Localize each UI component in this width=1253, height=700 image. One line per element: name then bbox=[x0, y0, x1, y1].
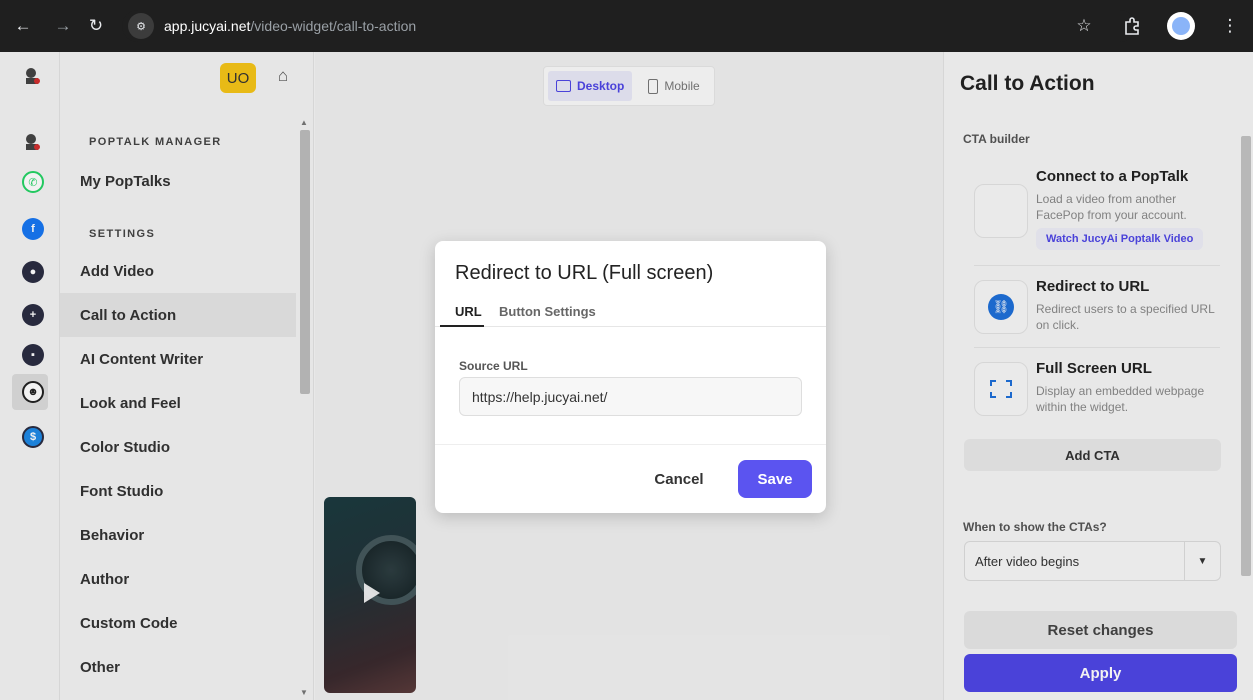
cta-icon-box bbox=[974, 362, 1028, 416]
cta-desc: Redirect users to a specified URL on cli… bbox=[1036, 302, 1215, 332]
scroll-up-icon[interactable]: ▲ bbox=[300, 118, 308, 127]
source-url-input[interactable] bbox=[459, 377, 802, 416]
star-icon[interactable]: ☆ bbox=[1071, 13, 1097, 39]
divider bbox=[974, 265, 1220, 266]
sidebar-item-custom-code[interactable]: Custom Code bbox=[60, 601, 296, 645]
when-to-show-label: When to show the CTAs? bbox=[963, 520, 1107, 534]
when-select-value: After video begins bbox=[975, 553, 1080, 569]
divider bbox=[974, 347, 1220, 348]
cta-desc: Load a video from another FacePop from y… bbox=[1036, 192, 1187, 222]
mobile-toggle-button[interactable]: Mobile bbox=[640, 71, 707, 101]
site-info-icon[interactable]: ⚙ bbox=[128, 13, 154, 39]
redirect-url-modal: Redirect to URL (Full screen) URL Button… bbox=[435, 241, 826, 513]
apply-button[interactable]: Apply bbox=[964, 654, 1237, 692]
url-text[interactable]: app.jucyai.net/video-widget/call-to-acti… bbox=[164, 18, 416, 34]
desktop-icon bbox=[556, 80, 571, 92]
app-icon-3[interactable]: ▪ bbox=[22, 344, 44, 366]
sidebar-item-other[interactable]: Other bbox=[60, 645, 296, 689]
sidebar-item-author[interactable]: Author bbox=[60, 557, 296, 601]
cta-desc: Display an embedded webpage within the w… bbox=[1036, 384, 1205, 414]
reset-changes-button[interactable]: Reset changes bbox=[964, 611, 1237, 649]
profile-icon[interactable] bbox=[1167, 12, 1195, 40]
dollar-icon[interactable]: $ bbox=[22, 426, 44, 448]
sidebar-item-ai-content-writer[interactable]: AI Content Writer bbox=[60, 337, 296, 381]
sidebar-scroll-thumb[interactable] bbox=[300, 130, 310, 394]
active-tab-underline bbox=[440, 325, 484, 327]
avatar[interactable]: UO bbox=[220, 63, 256, 93]
modal-tabs: URL Button Settings bbox=[435, 299, 826, 327]
mobile-icon bbox=[648, 78, 659, 94]
more-icon[interactable]: ⋮ bbox=[1217, 13, 1243, 39]
app-icon-2[interactable]: + bbox=[22, 304, 44, 326]
chevron-down-icon[interactable]: ▼ bbox=[1184, 542, 1220, 580]
play-icon[interactable] bbox=[364, 583, 380, 603]
cta-option-connect-poptalk[interactable]: Connect to a PopTalk Load a video from a… bbox=[974, 164, 1222, 250]
section-label-poptalk: POPTALK MANAGER bbox=[89, 136, 222, 148]
cta-icon-box: ⛓ bbox=[974, 280, 1028, 334]
add-cta-button[interactable]: Add CTA bbox=[964, 439, 1221, 471]
cta-title: Redirect to URL bbox=[1036, 278, 1150, 295]
address-bar[interactable]: ⚙ app.jucyai.net/video-widget/call-to-ac… bbox=[122, 10, 1136, 42]
modal-title: Redirect to URL (Full screen) bbox=[455, 262, 714, 284]
cta-icon-blank bbox=[974, 184, 1028, 238]
cta-option-redirect-url[interactable]: ⛓ Redirect to URL Redirect users to a sp… bbox=[974, 275, 1222, 339]
watch-video-badge[interactable]: Watch JucyAi Poptalk Video bbox=[1036, 228, 1204, 250]
url-path: /video-widget/call-to-action bbox=[250, 18, 417, 34]
url-host: app.jucyai.net bbox=[164, 18, 251, 34]
cta-title: Full Screen URL bbox=[1036, 360, 1152, 377]
mascot-icon[interactable]: ☻ bbox=[22, 381, 44, 403]
sidebar-item-look-and-feel[interactable]: Look and Feel bbox=[60, 381, 296, 425]
video-widget-preview[interactable] bbox=[324, 497, 416, 693]
app-logo-icon[interactable] bbox=[22, 66, 42, 86]
panel-scrollbar[interactable] bbox=[1240, 124, 1252, 600]
home-icon[interactable]: ⌂ bbox=[273, 66, 293, 86]
icon-rail: ✆ f ● + ▪ ☻ $ bbox=[0, 52, 60, 700]
sidebar-item-add-video[interactable]: Add Video bbox=[60, 249, 296, 293]
tab-button-settings[interactable]: Button Settings bbox=[499, 304, 596, 319]
cta-panel: Call to Action CTA builder Connect to a … bbox=[943, 52, 1253, 700]
device-toggle: Desktop Mobile bbox=[543, 66, 715, 106]
save-button[interactable]: Save bbox=[738, 460, 812, 498]
mobile-label: Mobile bbox=[664, 79, 700, 93]
desktop-toggle-button[interactable]: Desktop bbox=[548, 71, 633, 101]
section-label-settings: SETTINGS bbox=[89, 228, 156, 240]
whatsapp-icon[interactable]: ✆ bbox=[22, 171, 44, 193]
panel-scroll-thumb[interactable] bbox=[1241, 136, 1251, 576]
desktop-label: Desktop bbox=[577, 79, 625, 93]
link-icon: ⛓ bbox=[988, 294, 1014, 320]
cta-title: Connect to a PopTalk bbox=[1036, 168, 1189, 185]
extensions-icon[interactable] bbox=[1119, 13, 1145, 39]
back-icon[interactable]: ← bbox=[12, 15, 34, 37]
cta-builder-label: CTA builder bbox=[963, 132, 1030, 146]
fullscreen-icon bbox=[990, 380, 1012, 398]
forward-icon[interactable]: → bbox=[52, 15, 74, 37]
scroll-down-icon[interactable]: ▼ bbox=[300, 688, 308, 697]
sidebar-item-color-studio[interactable]: Color Studio bbox=[60, 425, 296, 469]
settings-sidebar: UO ⌂ POPTALK MANAGER My PopTalks SETTING… bbox=[60, 52, 314, 700]
tab-url[interactable]: URL bbox=[455, 304, 482, 319]
sidebar-item-my-poptalks[interactable]: My PopTalks bbox=[60, 159, 296, 203]
cancel-button[interactable]: Cancel bbox=[641, 460, 717, 498]
workspace-logo-icon[interactable] bbox=[22, 132, 42, 152]
browser-toolbar: ← → ↻ ⚙ app.jucyai.net/video-widget/call… bbox=[0, 0, 1253, 52]
cta-option-full-screen-url[interactable]: Full Screen URL Display an embedded webp… bbox=[974, 357, 1222, 421]
modal-footer-divider bbox=[435, 444, 826, 445]
source-url-label: Source URL bbox=[459, 359, 528, 373]
sidebar-scrollbar[interactable]: ▲ ▼ bbox=[298, 118, 312, 698]
reload-icon[interactable]: ↻ bbox=[85, 15, 107, 37]
facebook-icon[interactable]: f bbox=[22, 218, 44, 240]
sidebar-item-behavior[interactable]: Behavior bbox=[60, 513, 296, 557]
sidebar-item-call-to-action[interactable]: Call to Action bbox=[60, 293, 296, 337]
when-to-show-select[interactable]: After video begins ▼ bbox=[964, 541, 1221, 581]
app-icon-1[interactable]: ● bbox=[22, 261, 44, 283]
panel-title: Call to Action bbox=[960, 72, 1095, 95]
sidebar-item-font-studio[interactable]: Font Studio bbox=[60, 469, 296, 513]
